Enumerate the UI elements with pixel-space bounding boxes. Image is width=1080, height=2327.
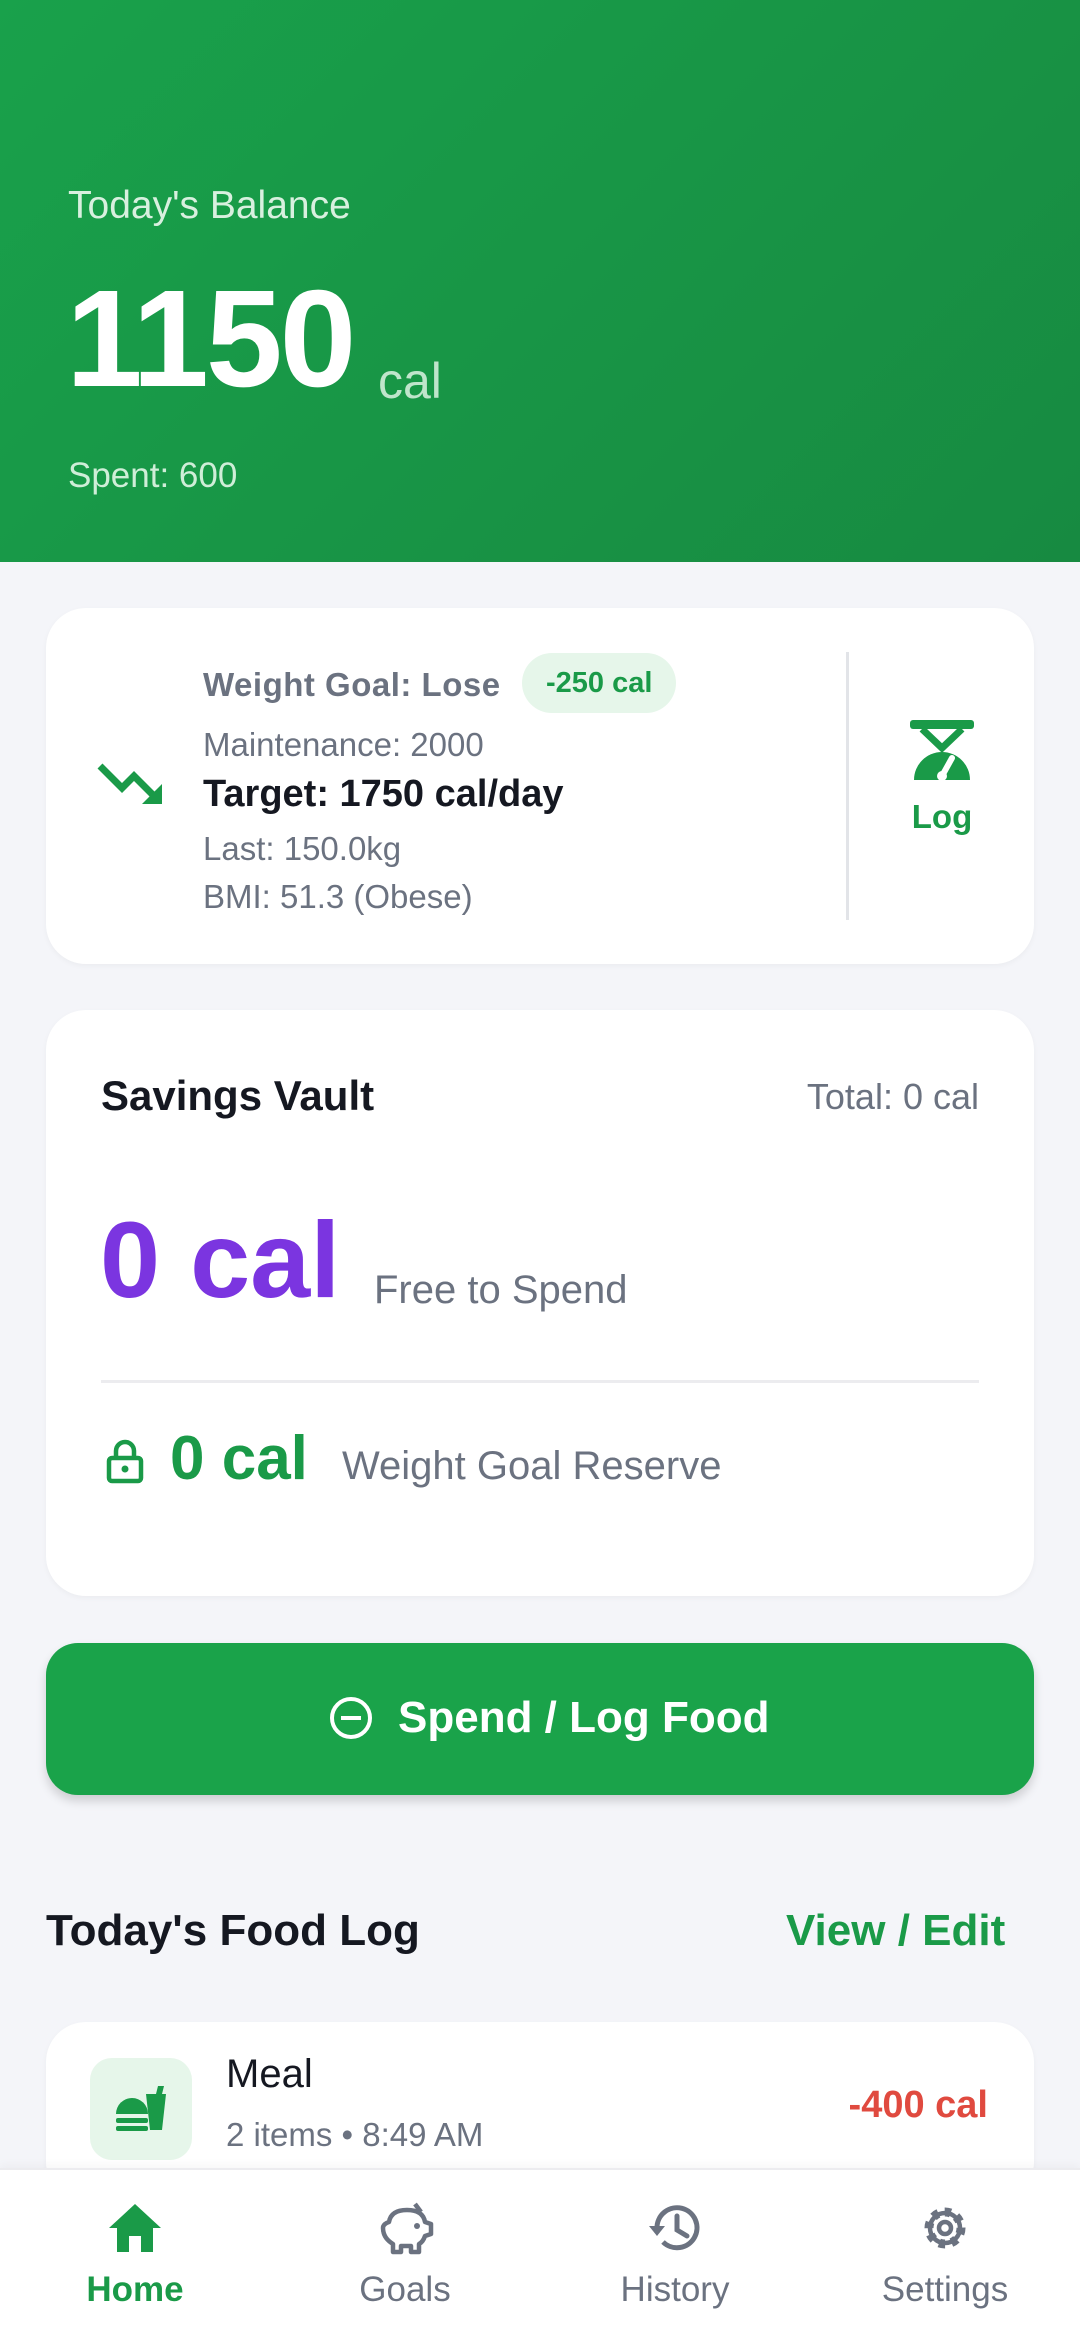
entry-calories: -400 cal bbox=[848, 2084, 988, 2126]
reserve-label: Weight Goal Reserve bbox=[342, 1444, 722, 1488]
last-weight-text: Last: 150.0kg bbox=[203, 830, 402, 867]
deficit-badge: -250 cal bbox=[522, 653, 677, 713]
divider bbox=[846, 652, 849, 920]
piggy-bank-icon bbox=[380, 2202, 434, 2255]
history-icon bbox=[649, 2205, 700, 2251]
free-to-spend-label: Free to Spend bbox=[374, 1268, 628, 1312]
spend-log-food-button[interactable]: Spend / Log Food bbox=[46, 1643, 1034, 1795]
balance-unit: cal bbox=[378, 353, 442, 409]
free-to-spend-amount: 0 cal bbox=[100, 1199, 341, 1320]
nav-home-label: Home bbox=[86, 2270, 184, 2309]
entry-icon-box bbox=[90, 2058, 192, 2160]
reserve-amount: 0 cal bbox=[170, 1424, 308, 1493]
trending-down-icon bbox=[97, 763, 162, 804]
gear-icon bbox=[924, 2207, 966, 2249]
food-icon bbox=[116, 2086, 166, 2131]
nav-goals-label: Goals bbox=[359, 2270, 451, 2309]
nav-history[interactable]: History bbox=[540, 2170, 810, 2327]
balance-header: Today's Balance 1150 cal Spent: 600 bbox=[0, 0, 1080, 562]
entry-name: Meal bbox=[226, 2052, 313, 2096]
weight-goal-card: Weight Goal: Lose -250 cal Maintenance: … bbox=[46, 608, 1034, 964]
balance-amount: 1150 bbox=[66, 262, 356, 416]
log-label: Log bbox=[911, 798, 973, 835]
home-icon bbox=[109, 2204, 161, 2252]
nav-history-label: History bbox=[620, 2270, 730, 2309]
nav-settings-label: Settings bbox=[881, 2270, 1009, 2309]
maintenance-text: Maintenance: 2000 bbox=[203, 726, 484, 763]
nav-goals[interactable]: Goals bbox=[270, 2170, 540, 2327]
entry-meta: 2 items • 8:49 AM bbox=[226, 2116, 484, 2153]
nav-settings[interactable]: Settings bbox=[810, 2170, 1080, 2327]
scale-icon bbox=[910, 720, 974, 781]
minus-circle-icon bbox=[330, 1697, 372, 1739]
nav-home[interactable]: Home bbox=[0, 2170, 270, 2327]
bmi-text: BMI: 51.3 (Obese) bbox=[203, 878, 473, 915]
savings-vault-card: Savings Vault Total: 0 cal 0 cal Free to… bbox=[46, 1010, 1034, 1596]
bottom-navigation: Home Goals History Settings bbox=[0, 2168, 1080, 2327]
divider bbox=[101, 1380, 979, 1383]
balance-spent: Spent: 600 bbox=[68, 456, 238, 495]
lock-icon bbox=[106, 1439, 144, 1484]
balance-label: Today's Balance bbox=[68, 184, 351, 227]
spend-button-label: Spend / Log Food bbox=[398, 1693, 770, 1742]
log-weight-button[interactable]: Log bbox=[882, 718, 1002, 858]
vault-title: Savings Vault bbox=[101, 1072, 375, 1119]
vault-total: Total: 0 cal bbox=[806, 1076, 979, 1117]
view-edit-link[interactable]: View / Edit bbox=[786, 1906, 1005, 1956]
target-text: Target: 1750 cal/day bbox=[203, 773, 564, 815]
weight-goal-title: Weight Goal: Lose bbox=[203, 666, 501, 703]
food-log-title: Today's Food Log bbox=[46, 1906, 420, 1955]
